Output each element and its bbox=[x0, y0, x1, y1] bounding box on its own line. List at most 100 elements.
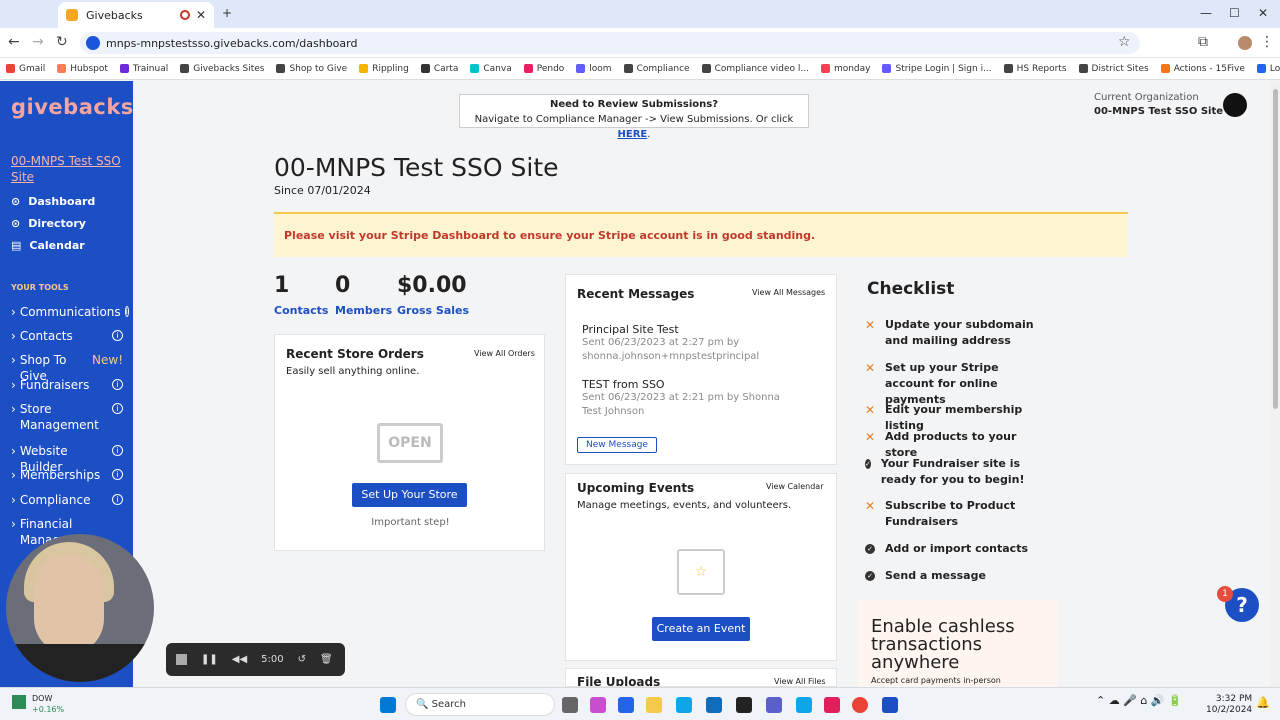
file-explorer-icon[interactable] bbox=[646, 697, 662, 713]
sidebar-item-directory[interactable]: ⊙ Directory bbox=[11, 217, 86, 230]
forward-icon[interactable]: → bbox=[32, 34, 44, 50]
minimize-icon[interactable]: — bbox=[1200, 6, 1212, 20]
sidebar-tool-compliance[interactable]: › Compliance i bbox=[11, 492, 123, 508]
windows-start-icon[interactable] bbox=[380, 697, 396, 713]
bookmark-item[interactable]: Carta bbox=[420, 64, 458, 74]
bookmark-item[interactable]: Shop to Give bbox=[276, 64, 347, 74]
bookmark-item[interactable]: Actions - 15Five bbox=[1160, 64, 1245, 74]
profile-avatar[interactable] bbox=[1238, 36, 1252, 50]
slack-icon[interactable] bbox=[824, 697, 840, 713]
bookmark-item[interactable]: Compliance bbox=[623, 64, 690, 74]
chrome-icon[interactable] bbox=[852, 697, 868, 713]
checklist-item[interactable]: ✕ Update your subdomain and mailing addre… bbox=[865, 317, 1045, 349]
stop-recording-icon[interactable] bbox=[176, 654, 187, 665]
teams-icon[interactable] bbox=[766, 697, 782, 713]
info-icon[interactable]: i bbox=[112, 445, 123, 456]
browser-menu-icon[interactable]: ⋮ bbox=[1260, 34, 1274, 50]
gross-sales-stat[interactable]: $0.00 Gross Sales bbox=[397, 273, 469, 317]
view-calendar-link[interactable]: View Calendar bbox=[766, 482, 824, 491]
message-item[interactable]: TEST from SSO Sent 06/23/2023 at 2:21 pm… bbox=[582, 378, 782, 419]
view-all-messages-link[interactable]: View All Messages bbox=[752, 288, 825, 297]
task-view-icon[interactable] bbox=[562, 697, 578, 713]
sidebar-tool-contacts[interactable]: › Contacts i bbox=[11, 328, 123, 344]
checklist-item[interactable]: ✓ Add or import contacts bbox=[865, 541, 1045, 557]
bookmark-item[interactable]: HS Reports bbox=[1003, 64, 1067, 74]
url-field[interactable]: mnps-mnpstestsso.givebacks.com/dashboard bbox=[80, 32, 1140, 54]
account-avatar-icon[interactable] bbox=[1223, 93, 1247, 117]
info-icon[interactable]: i bbox=[124, 306, 129, 317]
pause-icon[interactable]: ❚❚ bbox=[201, 654, 218, 665]
edge-icon[interactable] bbox=[676, 697, 692, 713]
app-icon[interactable] bbox=[706, 697, 722, 713]
app-icon[interactable] bbox=[796, 697, 812, 713]
extensions-icon[interactable]: ⧉ bbox=[1198, 34, 1208, 50]
sidebar-item-dashboard[interactable]: ⊙ Dashboard bbox=[11, 195, 95, 208]
bookmark-item[interactable]: Login | GovSpend bbox=[1256, 64, 1280, 74]
app-icon[interactable] bbox=[882, 697, 898, 713]
site-info-icon[interactable] bbox=[86, 36, 100, 50]
bookmark-item[interactable]: District Sites bbox=[1078, 64, 1149, 74]
site-link[interactable]: 00-MNPS Test SSO Site bbox=[11, 153, 126, 185]
info-icon[interactable]: i bbox=[112, 469, 123, 480]
bookmark-item[interactable]: Compliance video l... bbox=[701, 64, 809, 74]
rewind-icon[interactable]: ◀◀ bbox=[232, 654, 247, 665]
bookmark-item[interactable]: Givebacks Sites bbox=[180, 64, 264, 74]
file-uploads-card: File Uploads View All Files bbox=[565, 668, 837, 687]
info-icon[interactable]: i bbox=[112, 494, 123, 505]
restart-icon[interactable]: ↺ bbox=[298, 654, 306, 665]
page-scrollbar[interactable] bbox=[1271, 81, 1280, 687]
message-item[interactable]: Principal Site Test Sent 06/23/2023 at 2… bbox=[582, 323, 782, 364]
givebacks-logo[interactable]: givebacks bbox=[11, 95, 134, 119]
close-window-icon[interactable]: ✕ bbox=[1258, 6, 1268, 20]
new-tab-icon[interactable]: + bbox=[222, 6, 232, 20]
bookmark-item[interactable]: Gmail bbox=[6, 64, 45, 74]
info-icon[interactable]: i bbox=[112, 403, 123, 414]
scrollbar-thumb[interactable] bbox=[1273, 89, 1278, 409]
bookmark-item[interactable]: monday bbox=[820, 64, 870, 74]
store-app-icon[interactable] bbox=[618, 697, 634, 713]
bookmark-item[interactable]: Rippling bbox=[359, 64, 409, 74]
sidebar-item-calendar[interactable]: ▤ Calendar bbox=[11, 239, 85, 252]
notification-bell-icon[interactable]: 🔔 bbox=[1256, 696, 1270, 709]
checklist-item[interactable]: ✓ Your Fundraiser site is ready for you t… bbox=[865, 456, 1045, 488]
contacts-stat[interactable]: 1 Contacts bbox=[274, 273, 328, 317]
copilot-icon[interactable] bbox=[590, 697, 606, 713]
bookmark-item[interactable]: loom bbox=[576, 64, 612, 74]
bookmark-item[interactable]: Pendo bbox=[523, 64, 564, 74]
info-icon[interactable]: i bbox=[112, 379, 123, 390]
checklist-item[interactable]: ✓ Send a message bbox=[865, 568, 1045, 584]
bookmark-star-icon[interactable]: ☆ bbox=[1118, 34, 1131, 50]
set-up-store-button[interactable]: Set Up Your Store bbox=[352, 483, 467, 507]
view-all-orders-link[interactable]: View All Orders bbox=[474, 349, 535, 358]
checklist-item[interactable]: ✕ Set up your Stripe account for online p… bbox=[865, 360, 1045, 408]
recent-messages-title: Recent Messages bbox=[577, 287, 695, 301]
sidebar-tool-communications[interactable]: › Communications i bbox=[11, 304, 129, 320]
create-event-button[interactable]: Create an Event bbox=[652, 617, 750, 641]
cashless-promo[interactable]: Enable cashless transactions anywhere Ac… bbox=[857, 600, 1057, 687]
browser-tab[interactable]: Givebacks ✕ bbox=[58, 2, 214, 28]
tray-icons[interactable]: ⌃ ☁ 🎤 ⌂ 🔊 🔋 bbox=[1096, 694, 1182, 707]
bookmark-item[interactable]: Hubspot bbox=[57, 64, 108, 74]
reload-icon[interactable]: ↻ bbox=[56, 34, 68, 50]
checklist-item[interactable]: ✕ Subscribe to Product Fundraisers bbox=[865, 498, 1045, 530]
members-stat[interactable]: 0 Members bbox=[335, 273, 392, 317]
view-all-files-link[interactable]: View All Files bbox=[774, 677, 826, 686]
stock-widget[interactable]: DOW +0.16% bbox=[32, 693, 64, 715]
taskbar-search[interactable]: 🔍 Search bbox=[405, 693, 555, 716]
recording-icon bbox=[179, 10, 190, 20]
sidebar-tool-fundraisers[interactable]: › Fundraisers i bbox=[11, 377, 123, 393]
maximize-icon[interactable]: ☐ bbox=[1229, 6, 1240, 20]
bookmark-item[interactable]: Stripe Login | Sign i... bbox=[882, 64, 992, 74]
bookmark-item[interactable]: Trainual bbox=[119, 64, 168, 74]
delete-icon[interactable]: 🗑 bbox=[320, 654, 333, 665]
sidebar-tool-memberships[interactable]: › Memberships i bbox=[11, 467, 123, 483]
new-message-button[interactable]: New Message bbox=[577, 437, 657, 453]
notice-here-link[interactable]: HERE bbox=[618, 129, 648, 140]
sidebar-tool-store-management[interactable]: › Store Management i bbox=[11, 401, 123, 433]
info-icon[interactable]: i bbox=[112, 330, 123, 341]
back-icon[interactable]: ← bbox=[8, 34, 20, 50]
close-tab-icon[interactable]: ✕ bbox=[196, 8, 206, 22]
amazon-icon[interactable] bbox=[736, 697, 752, 713]
clock[interactable]: 3:32 PM 10/2/2024 bbox=[1206, 694, 1252, 716]
bookmark-item[interactable]: Canva bbox=[470, 64, 512, 74]
